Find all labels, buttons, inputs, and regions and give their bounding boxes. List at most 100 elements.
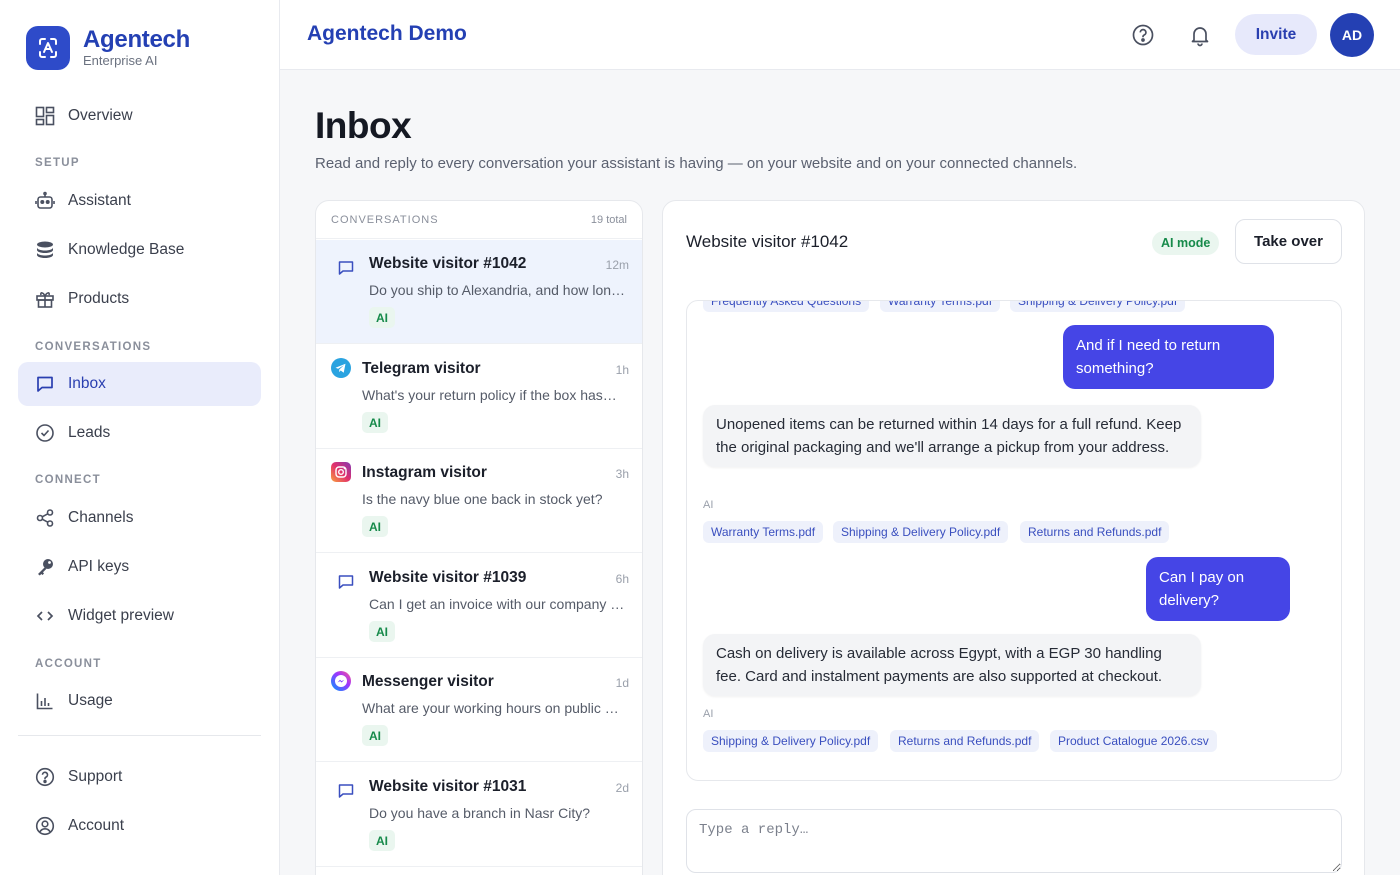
ai-badge: AI [362, 725, 388, 746]
source-chip[interactable]: Frequently Asked Questions [703, 301, 870, 312]
source-chip[interactable]: Product Catalogue 2026.csv [1050, 730, 1217, 752]
key-icon [34, 556, 56, 578]
sidebar-item-leads[interactable]: Leads [18, 411, 261, 455]
sidebar-item-channels[interactable]: Channels [18, 496, 261, 540]
brand-name: Agentech [83, 26, 190, 53]
brand-subtitle: Enterprise AI [83, 53, 158, 68]
chat-panel: Website visitor #1042 AI mode Take over … [662, 200, 1365, 875]
database-icon [34, 239, 56, 261]
chat-bubble-icon [34, 373, 56, 395]
sidebar-item-label: Inbox [68, 375, 106, 392]
message-source-label: AI [703, 708, 714, 720]
workspace-title: Agentech Demo [307, 22, 467, 45]
conversation-name: Website visitor #1042 [369, 255, 527, 272]
sidebar-item-widget-preview[interactable]: Widget preview [18, 594, 261, 638]
conversation-preview: Do you have a branch in Nasr City? [369, 805, 590, 821]
source-chip[interactable]: Shipping & Delivery Policy.pdf [703, 730, 879, 752]
robot-icon [34, 190, 56, 212]
conversation-count: 19 total [590, 213, 627, 226]
dashboard-grid-icon [34, 105, 56, 127]
sidebar-item-support[interactable]: Support [18, 755, 261, 799]
source-chip[interactable]: Warranty Terms.pdf [880, 301, 1001, 312]
brand[interactable]: Agentech Enterprise AI [26, 26, 190, 70]
user-message: And if I need to return something? [1063, 325, 1274, 389]
source-chip[interactable]: Returns and Refunds.pdf [890, 730, 1040, 752]
sidebar-item-label: Leads [68, 424, 111, 441]
conversation-time: 1d [615, 676, 629, 690]
sidebar-item-label: Assistant [68, 192, 131, 209]
conversation-item[interactable]: Website visitor #1031 2d Do you have a b… [316, 763, 642, 867]
conversation-name: Messenger visitor [362, 673, 494, 690]
sidebar-item-knowledge-base[interactable]: Knowledge Base [18, 228, 261, 272]
conversation-list-header: CONVERSATIONS 19 total [316, 201, 642, 239]
source-chip[interactable]: Warranty Terms.pdf [703, 521, 824, 543]
telegram-icon [331, 358, 351, 378]
source-chip[interactable]: Shipping & Delivery Policy.pdf [833, 521, 1009, 543]
sidebar-item-inbox[interactable]: Inbox [18, 362, 261, 406]
sidebar: Agentech Enterprise AI Overview SETUP As… [0, 0, 280, 875]
message-source-label: AI [703, 499, 714, 511]
message-thread[interactable]: Frequently Asked Questions Warranty Term… [686, 300, 1342, 781]
sidebar-item-label: API keys [68, 558, 130, 575]
conversation-name: Website visitor #1031 [369, 778, 527, 795]
sidebar-item-label: Knowledge Base [68, 241, 185, 258]
conversation-preview: What are your working hours on public ho… [362, 700, 620, 716]
sidebar-item-products[interactable]: Products [18, 277, 261, 321]
section-account: ACCOUNT [35, 658, 102, 670]
sidebar-item-label: Account [68, 817, 125, 834]
conversation-time: 12m [605, 258, 629, 272]
conversation-item[interactable]: Instagram visitor 3h Is the navy blue on… [316, 449, 642, 553]
instagram-icon [331, 462, 351, 482]
sidebar-item-usage[interactable]: Usage [18, 679, 261, 723]
sidebar-item-label: Products [68, 290, 130, 307]
ai-badge: AI [369, 830, 395, 851]
messenger-icon [331, 671, 351, 691]
sidebar-item-account[interactable]: Account [18, 804, 261, 848]
conversation-time: 3h [615, 467, 629, 481]
sidebar-item-api-keys[interactable]: API keys [18, 545, 261, 589]
conversation-preview: Can I get an invoice with our company na… [369, 596, 627, 612]
conversation-preview: What's your return policy if the box has… [362, 387, 620, 403]
take-over-button[interactable]: Take over [1235, 219, 1342, 264]
invite-button[interactable]: Invite [1235, 14, 1317, 55]
conversation-preview: Is the navy blue one back in stock yet? [362, 491, 603, 507]
conversation-item[interactable]: Website visitor #1039 6h Can I get an in… [316, 554, 642, 658]
conversation-list: CONVERSATIONS 19 total Website visitor #… [315, 200, 643, 875]
ai-badge: AI [362, 516, 388, 537]
reply-input[interactable] [686, 809, 1342, 873]
conversation-item[interactable]: Website visitor #1042 12m Do you ship to… [316, 240, 642, 344]
page-subtitle: Read and reply to every conversation you… [315, 155, 1078, 172]
conversation-item[interactable]: Messenger visitor 1d What are your worki… [316, 658, 642, 762]
conversation-name: Website visitor #1039 [369, 569, 527, 586]
ai-badge: AI [369, 307, 395, 328]
gift-icon [34, 288, 56, 310]
section-connect: CONNECT [35, 474, 101, 486]
conversation-list-label: CONVERSATIONS [331, 213, 439, 226]
bell-icon[interactable] [1187, 22, 1213, 48]
assistant-message: Unopened items can be returned within 14… [703, 405, 1201, 467]
sidebar-item-label: Support [68, 768, 123, 785]
conversation-preview: Do you ship to Alexandria, and how long … [369, 282, 627, 298]
sidebar-item-assistant[interactable]: Assistant [18, 179, 261, 223]
sidebar-item-overview[interactable]: Overview [18, 94, 261, 138]
sidebar-item-label: Overview [68, 107, 133, 124]
user-avatar[interactable]: AD [1330, 13, 1374, 57]
chat-title: Website visitor #1042 [686, 232, 849, 251]
help-icon[interactable] [1130, 22, 1156, 48]
sidebar-item-label: Usage [68, 692, 113, 709]
source-chip[interactable]: Returns and Refunds.pdf [1020, 521, 1170, 543]
conversation-item[interactable]: Telegram visitor 1h What's your return p… [316, 345, 642, 449]
sidebar-item-label: Widget preview [68, 607, 174, 624]
page-title: Inbox [315, 105, 412, 146]
website-chat-icon [336, 258, 356, 278]
ai-mode-badge: AI mode [1152, 231, 1220, 255]
top-bar: Agentech Demo Invite AD [280, 0, 1400, 70]
ai-badge: AI [369, 621, 395, 642]
section-conversations: CONVERSATIONS [35, 341, 152, 353]
source-chip[interactable]: Shipping & Delivery Policy.pdf [1010, 301, 1186, 312]
section-setup: SETUP [35, 157, 80, 169]
website-chat-icon [336, 781, 356, 801]
user-message: Can I pay on delivery? [1146, 557, 1290, 621]
agentech-logo-icon [26, 26, 70, 70]
user-circle-icon [34, 815, 56, 837]
